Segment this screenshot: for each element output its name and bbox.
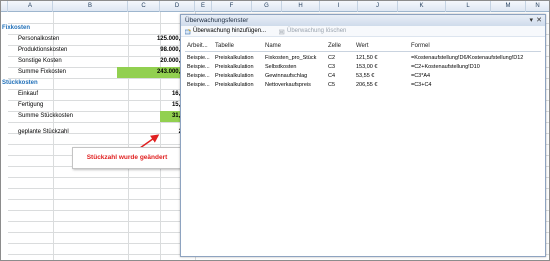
annotation-callout: Stückzahl wurde geändert bbox=[72, 147, 182, 169]
delete-watch-label: Überwachung löschen bbox=[287, 28, 347, 34]
header-zelle[interactable]: Zelle bbox=[328, 41, 341, 52]
watch-row-sheet: Preiskalkulation bbox=[215, 64, 254, 70]
watch-row-cell: C3 bbox=[328, 64, 336, 70]
delete-watch-icon bbox=[279, 29, 285, 34]
column-header-l[interactable]: L bbox=[446, 0, 491, 12]
watch-row-formula: =C3*A4 bbox=[411, 73, 431, 79]
column-header-m[interactable]: M bbox=[491, 0, 526, 12]
sonstige-kosten-label[interactable]: Sonstige Kosten bbox=[18, 56, 62, 67]
fertigung-label[interactable]: Fertigung bbox=[18, 100, 43, 111]
watch-row-cell: C5 bbox=[328, 82, 336, 88]
select-all-corner[interactable] bbox=[0, 0, 8, 12]
watch-row-name: Gewinnaufschlag bbox=[265, 73, 308, 79]
header-tabelle[interactable]: Tabelle bbox=[215, 41, 234, 52]
watch-row-book: Beispie... bbox=[187, 82, 210, 88]
close-icon[interactable]: ✕ bbox=[536, 15, 542, 26]
watch-row[interactable]: Beispie... Preiskalkulation Selbstkosten… bbox=[185, 63, 541, 72]
watch-row-formula: =C3+C4 bbox=[411, 82, 432, 88]
column-header-g[interactable]: G bbox=[252, 0, 282, 12]
section-fixkosten-header[interactable]: Fixkosten bbox=[2, 23, 30, 34]
personalkosten-label[interactable]: Personalkosten bbox=[18, 34, 59, 45]
column-header-a[interactable]: A bbox=[8, 0, 53, 12]
dropdown-arrow-icon[interactable]: ▾ bbox=[529, 15, 533, 26]
watch-row-cell: C4 bbox=[328, 73, 336, 79]
watch-row-value: 53,55 € bbox=[356, 73, 375, 79]
add-watch-label: Überwachung hinzufügen... bbox=[193, 28, 267, 34]
watch-row-book: Beispie... bbox=[187, 64, 210, 70]
watch-row-book: Beispie... bbox=[187, 73, 210, 79]
watch-table-header: Arbeit... Tabelle Name Zelle Wert Formel bbox=[185, 41, 541, 52]
watch-row[interactable]: Beispie... Preiskalkulation Nettoverkauf… bbox=[185, 81, 541, 90]
watch-row[interactable]: Beispie... Preiskalkulation Gewinnaufsch… bbox=[185, 72, 541, 81]
watch-row-name: Fixkosten_pro_Stück bbox=[265, 55, 317, 61]
column-header-bar: A B C D E F G H I J K L M N bbox=[0, 0, 550, 12]
header-name[interactable]: Name bbox=[265, 41, 281, 52]
summe-fixkosten-label[interactable]: Summe Fixkosten bbox=[18, 67, 66, 78]
watch-row-cell: C2 bbox=[328, 55, 336, 61]
header-wert[interactable]: Wert bbox=[356, 41, 369, 52]
einkauf-label[interactable]: Einkauf bbox=[18, 89, 38, 100]
header-arbeitsmappe[interactable]: Arbeit... bbox=[187, 41, 208, 52]
watch-window-toolbar: Überwachung hinzufügen... Überwachung lö… bbox=[181, 26, 545, 37]
watch-row-sheet: Preiskalkulation bbox=[215, 55, 254, 61]
watch-row-value: 121,50 € bbox=[356, 55, 378, 61]
produktionskosten-label[interactable]: Produktionskosten bbox=[18, 45, 67, 56]
watch-window-titlebar[interactable]: Überwachungsfenster ▾ ✕ bbox=[181, 15, 545, 26]
watch-row[interactable]: Beispie... Preiskalkulation Fixkosten_pr… bbox=[185, 54, 541, 63]
watch-row-name: Selbstkosten bbox=[265, 64, 297, 70]
column-header-n[interactable]: N bbox=[526, 0, 550, 12]
watch-window-title: Überwachungsfenster bbox=[185, 17, 249, 24]
add-watch-icon bbox=[185, 28, 191, 34]
column-header-k[interactable]: K bbox=[398, 0, 446, 12]
add-watch-button[interactable]: Überwachung hinzufügen... bbox=[185, 26, 266, 37]
watch-row-name: Nettoverkaufspreis bbox=[265, 82, 311, 88]
column-header-h[interactable]: H bbox=[282, 0, 320, 12]
watch-window[interactable]: Überwachungsfenster ▾ ✕ Überwachung hinz… bbox=[180, 14, 546, 257]
watch-row-formula: =C2+Kostenaufstellung!D10 bbox=[411, 64, 480, 70]
watch-row-book: Beispie... bbox=[187, 55, 210, 61]
watch-row-value: 206,55 € bbox=[356, 82, 378, 88]
header-formel[interactable]: Formel bbox=[411, 41, 430, 52]
delete-watch-button[interactable]: Überwachung löschen bbox=[279, 26, 346, 37]
column-header-c[interactable]: C bbox=[128, 0, 160, 12]
watch-row-sheet: Preiskalkulation bbox=[215, 82, 254, 88]
summe-stueckkosten-label[interactable]: Summe Stückkosten bbox=[18, 111, 73, 122]
column-header-j[interactable]: J bbox=[358, 0, 398, 12]
section-stueckkosten-header[interactable]: Stückkosten bbox=[2, 78, 38, 89]
column-header-e[interactable]: E bbox=[195, 0, 212, 12]
watch-row-sheet: Preiskalkulation bbox=[215, 73, 254, 79]
geplante-stueckzahl-label[interactable]: geplante Stückzahl bbox=[18, 127, 69, 138]
column-header-i[interactable]: I bbox=[320, 0, 358, 12]
column-header-d[interactable]: D bbox=[160, 0, 195, 12]
column-header-b[interactable]: B bbox=[53, 0, 128, 12]
column-header-f[interactable]: F bbox=[212, 0, 252, 12]
watch-row-formula: =Kostenaufstellung!D6/Kostenaufstellung!… bbox=[411, 55, 524, 61]
watch-row-value: 153,00 € bbox=[356, 64, 378, 70]
